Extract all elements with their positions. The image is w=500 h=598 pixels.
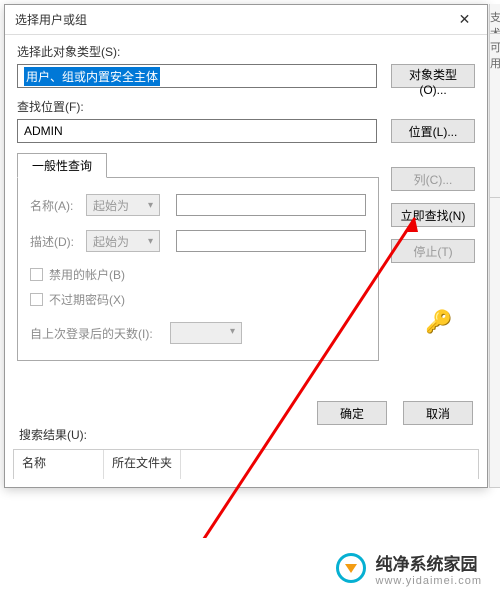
dialog-buttons: 确定 取消	[317, 401, 473, 425]
object-type-row: 用户、组或内置安全主体 对象类型(O)...	[17, 64, 475, 88]
banner-url: www.yidaimei.com	[376, 575, 482, 587]
disabled-accounts-row: 禁用的帐户(B)	[30, 266, 366, 283]
name-input[interactable]	[176, 194, 366, 216]
titlebar: 选择用户或组 ✕	[5, 5, 487, 35]
disabled-accounts-label: 禁用的帐户(B)	[49, 266, 125, 283]
columns-button[interactable]: 列(C)...	[391, 167, 475, 191]
search-icon: 🔑	[425, 309, 452, 335]
banner-title: 纯净系统家园	[376, 550, 482, 575]
ok-button[interactable]: 确定	[317, 401, 387, 425]
logo-icon	[336, 553, 366, 583]
tab-body: 名称(A): 起始为 描述(D): 起始为 禁用的帐户(B) 不过期密码(X)	[17, 177, 379, 361]
watermark-banner: 纯净系统家园 www.yidaimei.com	[0, 538, 500, 598]
description-input[interactable]	[176, 230, 366, 252]
location-input[interactable]	[17, 119, 377, 143]
tab-common-queries[interactable]: 一般性查询	[17, 153, 107, 178]
dialog-title: 选择用户或组	[15, 11, 442, 28]
name-match-select[interactable]: 起始为	[86, 194, 160, 216]
object-type-label: 选择此对象类型(S):	[17, 43, 475, 60]
days-since-logon-label: 自上次登录后的天数(I):	[30, 325, 170, 342]
non-expiring-label: 不过期密码(X)	[49, 291, 125, 308]
non-expiring-checkbox[interactable]	[30, 293, 43, 306]
name-label: 名称(A):	[30, 197, 86, 214]
desc-row: 描述(D): 起始为	[30, 230, 366, 252]
column-header-folder[interactable]: 所在文件夹	[104, 450, 181, 479]
object-type-input[interactable]: 用户、组或内置安全主体	[17, 64, 377, 88]
download-arrow-icon	[345, 564, 357, 573]
column-header-name[interactable]: 名称	[14, 450, 104, 479]
select-users-dialog: 选择用户或组 ✕ 选择此对象类型(S): 用户、组或内置安全主体 对象类型(O)…	[4, 4, 488, 488]
banner-text: 纯净系统家园 www.yidaimei.com	[376, 550, 482, 587]
location-row: 位置(L)...	[17, 119, 475, 143]
non-expiring-row: 不过期密码(X)	[30, 291, 366, 308]
locations-button[interactable]: 位置(L)...	[391, 119, 475, 143]
action-buttons-column: 列(C)... 立即查找(N) 停止(T)	[391, 167, 475, 263]
close-button[interactable]: ✕	[442, 5, 487, 35]
bg-cell-3	[490, 198, 500, 488]
search-results-label: 搜索结果(U):	[19, 426, 87, 443]
location-label: 查找位置(F):	[17, 98, 475, 115]
days-since-logon-select[interactable]	[170, 322, 242, 344]
days-since-logon-row: 自上次登录后的天数(I):	[30, 322, 366, 344]
banner-logo: 纯净系统家园 www.yidaimei.com	[336, 550, 482, 587]
stop-button[interactable]: 停止(T)	[391, 239, 475, 263]
disabled-accounts-checkbox[interactable]	[30, 268, 43, 281]
name-row: 名称(A): 起始为	[30, 194, 366, 216]
description-label: 描述(D):	[30, 233, 86, 250]
bg-cell-1: 支术	[490, 4, 500, 34]
results-list-header: 名称 所在文件夹	[13, 449, 479, 479]
bg-cell-2: 可用	[490, 34, 500, 198]
find-now-button[interactable]: 立即查找(N)	[391, 203, 475, 227]
object-types-button[interactable]: 对象类型(O)...	[391, 64, 475, 88]
cancel-button[interactable]: 取消	[403, 401, 473, 425]
background-panel: 支术 可用	[489, 4, 500, 488]
desc-match-select[interactable]: 起始为	[86, 230, 160, 252]
